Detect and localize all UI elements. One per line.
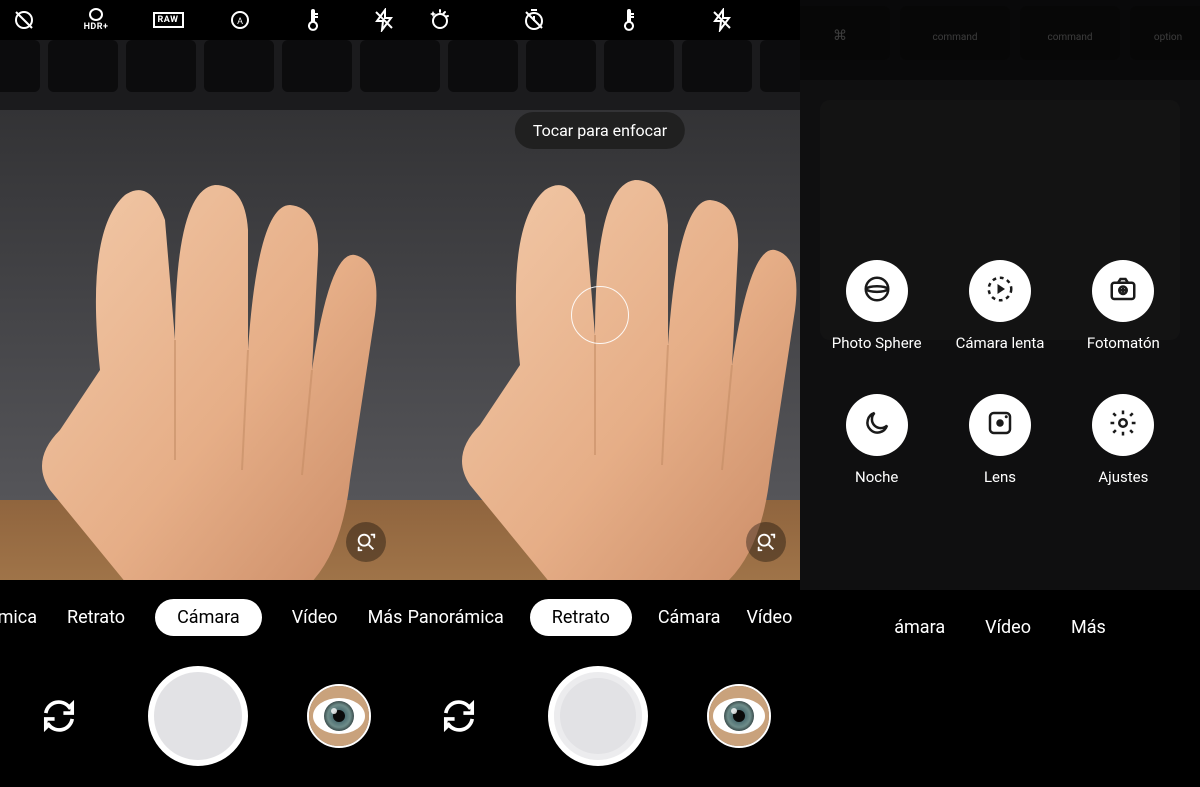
zoom-expand-icon[interactable] <box>346 522 386 562</box>
top-toolbar: HDR+ RAW A <box>0 0 400 40</box>
settings-icon <box>1108 408 1138 442</box>
more-item-label: Noche <box>855 468 898 486</box>
more-item-label: Ajustes <box>1098 468 1148 486</box>
camera-screen-camera: HDR+ RAW A <box>0 0 400 787</box>
flash-off-icon[interactable] <box>372 8 396 32</box>
more-item-slowmotion[interactable]: Cámara lenta <box>943 260 1056 352</box>
mode-camara[interactable]: Cámara <box>155 599 262 636</box>
switch-camera-button[interactable] <box>429 686 489 746</box>
svg-text:A: A <box>237 17 243 27</box>
mode-mas[interactable]: Más <box>368 607 403 628</box>
mode-video[interactable]: Vídeo <box>292 607 338 628</box>
mode-retrato[interactable]: Retrato <box>530 599 632 636</box>
camera-screen-more: ⌘ command command option Photo Sphere Cá… <box>800 0 1200 787</box>
mode-camara[interactable]: Cámara <box>658 607 721 628</box>
mode-video[interactable]: Vídeo <box>985 617 1031 638</box>
mode-video-partial[interactable]: Vídeo <box>746 607 792 628</box>
more-item-settings[interactable]: Ajustes <box>1067 394 1180 486</box>
thermometer-icon[interactable] <box>616 8 640 32</box>
hdr-plus-icon[interactable]: HDR+ <box>84 8 108 32</box>
more-item-night[interactable]: Noche <box>820 394 933 486</box>
lens-icon <box>985 408 1015 442</box>
face-retouch-icon[interactable] <box>428 8 452 32</box>
flash-off-icon[interactable] <box>710 8 734 32</box>
more-panel-backdrop: ⌘ command command option Photo Sphere Cá… <box>800 0 1200 590</box>
more-options-grid: Photo Sphere Cámara lenta Fotomatón Noch… <box>800 260 1200 486</box>
mode-panoramica-partial[interactable]: mica <box>0 607 37 628</box>
more-item-label: Fotomatón <box>1087 334 1160 352</box>
mode-carousel[interactable]: mica Retrato Cámara Vídeo Más <box>0 590 400 644</box>
focus-ring-indicator <box>571 286 629 344</box>
photobooth-icon <box>1108 274 1138 308</box>
viewfinder[interactable] <box>0 40 400 580</box>
timer-off-icon[interactable] <box>522 8 546 32</box>
gallery-thumbnail[interactable] <box>707 684 771 748</box>
zoom-expand-icon[interactable] <box>746 522 786 562</box>
night-icon <box>862 408 892 442</box>
bottom-controls <box>0 656 400 776</box>
shutter-button[interactable] <box>548 666 648 766</box>
gallery-thumbnail[interactable] <box>307 684 371 748</box>
mode-panoramica[interactable]: Panorámica <box>408 607 504 628</box>
switch-camera-button[interactable] <box>29 686 89 746</box>
camera-screen-retrato: Tocar para enfocar Panorámica Retrato Cá… <box>400 0 800 787</box>
mode-camara-partial[interactable]: ámara <box>894 617 945 638</box>
more-item-label: Photo Sphere <box>832 334 922 352</box>
slowmotion-icon <box>985 274 1015 308</box>
more-item-label: Lens <box>984 468 1016 486</box>
raw-icon[interactable]: RAW <box>156 8 180 32</box>
bottom-controls <box>400 656 800 776</box>
more-item-photosphere[interactable]: Photo Sphere <box>820 260 933 352</box>
focus-hint-toast: Tocar para enfocar <box>515 112 685 149</box>
more-item-lens[interactable]: Lens <box>943 394 1056 486</box>
shutter-button[interactable] <box>148 666 248 766</box>
thermometer-icon[interactable] <box>300 8 324 32</box>
mode-carousel[interactable]: ámara Vídeo Más <box>800 600 1200 654</box>
motion-off-icon[interactable] <box>12 8 36 32</box>
mode-carousel[interactable]: Panorámica Retrato Cámara Vídeo <box>400 590 800 644</box>
top-toolbar <box>400 0 800 40</box>
more-item-label: Cámara lenta <box>956 334 1045 352</box>
photosphere-icon <box>862 274 892 308</box>
viewfinder[interactable]: Tocar para enfocar <box>400 40 800 580</box>
white-balance-auto-icon[interactable]: A <box>228 8 252 32</box>
mode-mas[interactable]: Más <box>1071 617 1106 638</box>
mode-retrato[interactable]: Retrato <box>67 607 125 628</box>
more-item-photobooth[interactable]: Fotomatón <box>1067 260 1180 352</box>
